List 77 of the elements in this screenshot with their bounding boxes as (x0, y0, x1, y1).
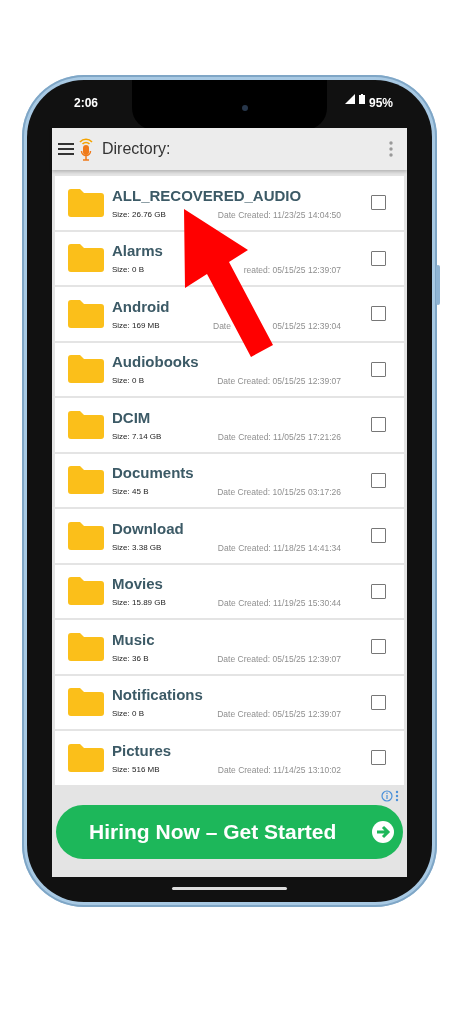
battery-level: 95% (368, 95, 393, 112)
folder-icon (68, 743, 104, 772)
date-created: Date Created: 10/15/25 03:17:26 (217, 486, 341, 499)
date-created: Date Created: 11/23/25 14:04:50 (217, 208, 341, 221)
more-options-icon[interactable] (389, 141, 393, 157)
folder-size: Size: 169 MB (112, 319, 160, 332)
folder-size: Size: 0 B (112, 264, 144, 277)
folder-row[interactable]: Download Size: 3.38 GB Date Created: 11/18/25 14:41:34 (55, 509, 404, 563)
folder-name: Documents (112, 464, 195, 483)
ad-info-icon[interactable] (381, 789, 401, 802)
folder-size: Size: 36 B (112, 652, 149, 665)
folder-icon (68, 244, 104, 273)
folder-row[interactable]: Pictures Size: 516 MB Date Created: 11/14/25 13:10:02 (55, 731, 404, 785)
battery-icon (358, 94, 365, 104)
date-created: Date Created: 11/19/25 15:30:44 (217, 597, 341, 610)
checkbox[interactable] (371, 583, 386, 599)
folder-row[interactable]: DCIM Size: 7.14 GB Date Created: 11/05/25 17:21:26 (55, 398, 404, 452)
date-created: Date Created: 05/15/25 12:39:07 (217, 652, 341, 665)
date-created: Date Created: 11/18/25 14:41:34 (217, 541, 341, 554)
menu-icon[interactable] (58, 143, 74, 155)
checkbox[interactable] (371, 694, 386, 710)
folder-row[interactable]: Movies Size: 15.89 GB Date Created: 11/19/25 15:30:44 (55, 564, 404, 618)
folder-size: Size: 516 MB (112, 763, 160, 776)
app-title: Directory: (102, 139, 171, 159)
folder-icon (68, 577, 104, 606)
folder-name: Audiobooks (112, 353, 200, 372)
folder-name: Pictures (112, 741, 173, 760)
checkbox[interactable] (371, 472, 386, 488)
folder-row[interactable]: Music Size: 36 B Date Created: 05/15/25 12:39:07 (55, 620, 404, 674)
checkbox[interactable] (371, 306, 386, 322)
date-created: Date Created: 11/14/25 13:10:02 (217, 763, 341, 776)
folder-name: DCIM (112, 408, 152, 427)
folder-icon (68, 188, 104, 217)
checkbox[interactable] (371, 417, 386, 433)
folder-size: Size: 26.76 GB (112, 208, 166, 221)
folder-size: Size: 0 B (112, 708, 144, 721)
folder-icon (68, 299, 104, 328)
checkbox[interactable] (371, 250, 386, 266)
folder-row[interactable]: ALL_RECOVERED_AUDIO Size: 26.76 GB Date Created: 11/23/25 14:04:50 (55, 176, 404, 230)
folder-icon (68, 410, 104, 439)
folder-row[interactable]: Documents Size: 45 B Date Created: 10/15/25 03:17:26 (55, 453, 404, 507)
microphone-icon (78, 136, 94, 162)
date-created: Date Created: 05/15/25 12:39:07 (217, 708, 341, 721)
folder-size: Size: 7.14 GB (112, 430, 162, 443)
folder-size: Size: 0 B (112, 375, 144, 388)
checkbox[interactable] (371, 639, 386, 655)
folder-name: Movies (112, 575, 164, 594)
folder-size: Size: 15.89 GB (112, 597, 166, 610)
folder-icon (68, 688, 104, 717)
date-created: 05/15/25 12:39:04 (272, 319, 341, 332)
arrow-right-icon (371, 819, 395, 844)
status-time: 2:06 (74, 95, 99, 112)
folder-size: Size: 3.38 GB (112, 541, 162, 554)
folder-size: Size: 45 B (112, 486, 149, 499)
folder-name: ALL_RECOVERED_AUDIO (112, 186, 303, 205)
signal-icon (344, 94, 355, 104)
checkbox[interactable] (371, 195, 386, 211)
date-created: Date Created: 11/05/25 17:21:26 (217, 430, 341, 443)
folder-row[interactable]: Notifications Size: 0 B Date Created: 05/15/25 12:39:07 (55, 675, 404, 729)
date-created: reated: 05/15/25 12:39:07 (243, 264, 341, 277)
camera-icon (242, 105, 248, 111)
folder-name: Android (112, 297, 171, 316)
folder-name: Notifications (112, 686, 204, 705)
folder-icon (68, 632, 104, 661)
checkbox[interactable] (371, 361, 386, 377)
date-created: Date Created: 05/15/25 12:39:07 (217, 375, 341, 388)
folder-icon (68, 355, 104, 384)
date-created: Date (213, 319, 231, 332)
folder-icon (68, 466, 104, 495)
folder-row[interactable]: Android Size: 169 MB Date 05/15/25 12:39:04 (55, 287, 404, 341)
folder-icon (68, 521, 104, 550)
folder-name: Download (112, 519, 185, 538)
folder-row[interactable]: Audiobooks Size: 0 B Date Created: 05/15/25 12:39:07 (55, 342, 404, 396)
checkbox[interactable] (371, 528, 386, 544)
folder-name: Music (112, 630, 156, 649)
folder-name: Alarms (112, 242, 164, 261)
checkbox[interactable] (371, 750, 386, 766)
